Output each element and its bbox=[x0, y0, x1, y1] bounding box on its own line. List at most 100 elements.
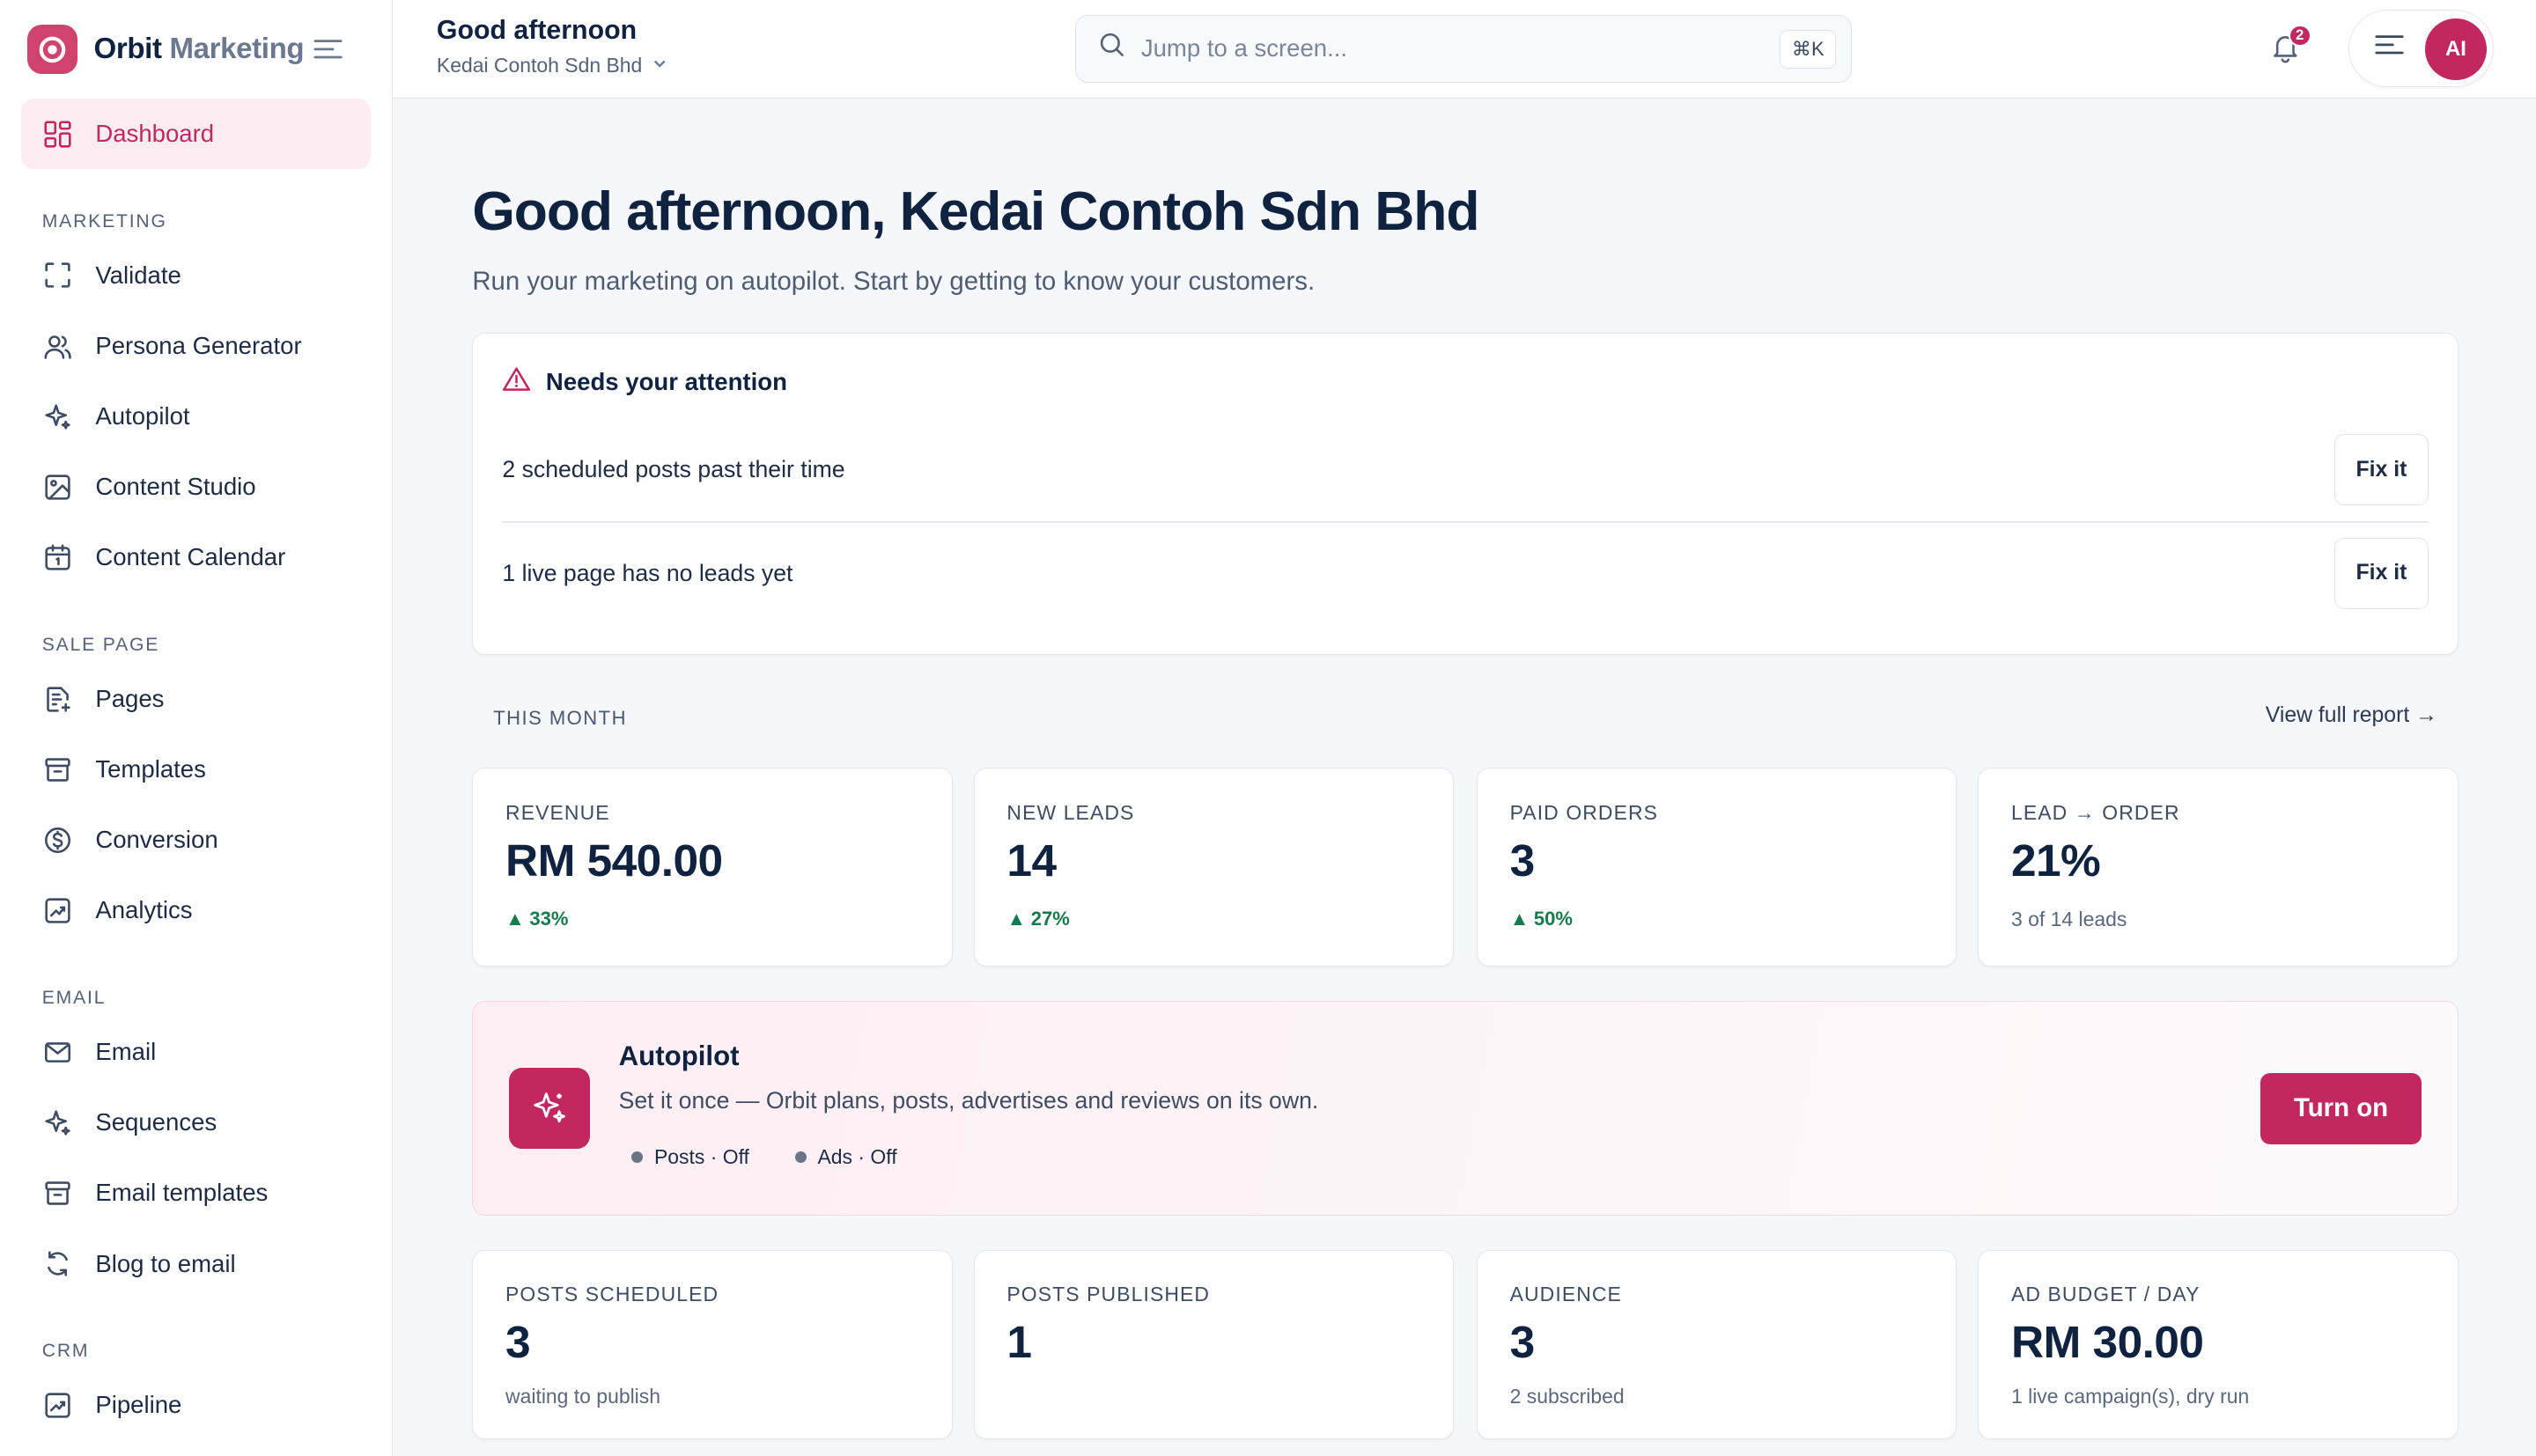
archive-icon bbox=[42, 754, 73, 785]
attention-item-text: 2 scheduled posts past their time bbox=[502, 456, 845, 483]
orbit-logo-icon bbox=[27, 24, 78, 75]
sidebar-item-content-studio[interactable]: Content Studio bbox=[0, 452, 392, 522]
view-full-report-link[interactable]: View full report → bbox=[2266, 703, 2437, 728]
stat-delta-value: 50% bbox=[1533, 908, 1574, 930]
avatar: AI bbox=[2425, 18, 2487, 80]
user-menu-button[interactable]: AI bbox=[2348, 10, 2495, 88]
stat-delta-value: 27% bbox=[1030, 908, 1070, 930]
sidebar-item-label: Validate bbox=[95, 261, 181, 289]
stat-label: POSTS SCHEDULED bbox=[505, 1283, 719, 1306]
workspace-switcher[interactable]: Kedai Contoh Sdn Bhd bbox=[437, 54, 668, 77]
mail-icon bbox=[42, 1037, 73, 1068]
sparkle-icon bbox=[42, 401, 73, 432]
autopilot-card: Autopilot Set it once — Orbit plans, pos… bbox=[472, 1000, 2459, 1217]
stat-delta: ▲ 27% bbox=[1006, 908, 1069, 930]
stat-note: 1 live campaign(s), dry run bbox=[2010, 1385, 2250, 1408]
sidebar: Orbit Marketing Dashboard MARKETING Valid… bbox=[0, 0, 394, 1456]
stat-delta: ▲ 50% bbox=[1510, 908, 1573, 930]
posts-status-label: Posts · Off bbox=[653, 1145, 749, 1169]
page-icon bbox=[42, 684, 73, 715]
brand-name-main: Orbit bbox=[93, 33, 162, 66]
sidebar-item-label: Content Calendar bbox=[95, 543, 286, 571]
sidebar-section-title: EMAIL bbox=[41, 988, 107, 1009]
stat-card-audience: AUDIENCE 3 2 subscribed bbox=[1476, 1249, 1957, 1439]
stat-label: AD BUDGET / DAY bbox=[2010, 1283, 2201, 1306]
sidebar-item-persona-generator[interactable]: Persona Generator bbox=[0, 311, 392, 381]
stat-label: POSTS PUBLISHED bbox=[1006, 1283, 1211, 1306]
sidebar-item-conversion[interactable]: Conversion bbox=[0, 805, 392, 875]
stat-note: 2 subscribed bbox=[1509, 1385, 1625, 1408]
triangle-up-icon: ▲ bbox=[1509, 908, 1530, 930]
sidebar-section-title: SALE PAGE bbox=[41, 634, 160, 655]
topbar: Good afternoon Kedai Contoh Sdn Bhd Jump… bbox=[393, 0, 2536, 99]
page-title: Good afternoon, Kedai Contoh Sdn Bhd bbox=[472, 180, 1479, 242]
sidebar-item-content-calendar[interactable]: Content Calendar bbox=[0, 522, 392, 592]
warning-icon bbox=[502, 366, 531, 398]
archive-icon bbox=[42, 1178, 73, 1209]
brand-name-muted: Marketing bbox=[169, 33, 305, 66]
sidebar-item-analytics[interactable]: Analytics bbox=[0, 875, 392, 945]
stat-value: RM 540.00 bbox=[505, 834, 723, 886]
sidebar-item-validate[interactable]: Validate bbox=[0, 240, 392, 311]
sidebar-item-pages[interactable]: Pages bbox=[0, 664, 392, 734]
stat-card-lead-order: LEAD → ORDER 21% 3 of 14 leads bbox=[1978, 768, 2459, 967]
stat-card-new-leads: NEW LEADS 14 ▲ 27% bbox=[973, 768, 1455, 967]
sidebar-item-email-templates[interactable]: Email templates bbox=[0, 1158, 392, 1228]
search-placeholder: Jump to a screen... bbox=[1140, 34, 1348, 63]
sidebar-item-sequences[interactable]: Sequences bbox=[0, 1087, 392, 1158]
sidebar-item-label: Pages bbox=[95, 685, 165, 713]
stat-value: 3 bbox=[505, 1316, 531, 1368]
stat-label: NEW LEADS bbox=[1006, 801, 1135, 825]
topbar-title: Good afternoon bbox=[436, 16, 638, 46]
shortcut-hint: ⌘K bbox=[1780, 30, 1837, 70]
period-label: THIS MONTH bbox=[493, 706, 627, 729]
notification-count-badge: 2 bbox=[2288, 24, 2311, 48]
sidebar-item-blog-to-email[interactable]: Blog to email bbox=[0, 1228, 392, 1298]
sidebar-item-pipeline[interactable]: Pipeline bbox=[0, 1370, 392, 1440]
sidebar-item-label: Templates bbox=[95, 755, 206, 783]
ads-status: Ads · Off bbox=[794, 1145, 897, 1169]
sidebar-item-autopilot[interactable]: Autopilot bbox=[0, 381, 392, 452]
notifications-button[interactable]: 2 bbox=[2269, 24, 2311, 66]
stat-card-paid-orders: PAID ORDERS 3 ▲ 50% bbox=[1476, 768, 1957, 967]
stat-delta: ▲ 33% bbox=[505, 908, 568, 930]
scan-icon bbox=[42, 261, 73, 291]
sidebar-item-templates[interactable]: Templates bbox=[0, 734, 392, 805]
brand: Orbit Marketing bbox=[0, 0, 392, 99]
dashboard-icon bbox=[42, 119, 73, 150]
sidebar-item-label: Content Studio bbox=[95, 473, 256, 501]
sidebar-item-label: Email templates bbox=[95, 1179, 269, 1207]
stat-note: 3 of 14 leads bbox=[2010, 908, 2127, 931]
sidebar-item-label: Analytics bbox=[95, 896, 193, 924]
page-subtitle: Run your marketing on autopilot. Start b… bbox=[472, 267, 1316, 297]
chart-icon bbox=[42, 1390, 73, 1421]
dollar-icon bbox=[42, 825, 73, 856]
chevron-down-icon bbox=[652, 54, 667, 77]
sidebar-item-label: Persona Generator bbox=[95, 332, 302, 360]
triangle-up-icon: ▲ bbox=[505, 908, 525, 930]
fix-it-button[interactable]: Fix it bbox=[2334, 434, 2429, 506]
stat-delta-value: 33% bbox=[529, 908, 569, 930]
autopilot-title: Autopilot bbox=[618, 1040, 740, 1071]
image-icon bbox=[42, 472, 73, 503]
stat-label: REVENUE bbox=[505, 801, 610, 825]
search-icon bbox=[1099, 32, 1124, 64]
stat-card-ad-budget: AD BUDGET / DAY RM 30.00 1 live campaign… bbox=[1978, 1249, 2459, 1439]
fix-it-button[interactable]: Fix it bbox=[2334, 537, 2429, 609]
autopilot-description: Set it once — Orbit plans, posts, advert… bbox=[618, 1087, 1319, 1114]
refresh-icon bbox=[42, 1248, 73, 1279]
sidebar-item-label: Dashboard bbox=[95, 120, 215, 148]
stat-label: LEAD → ORDER bbox=[2010, 801, 2180, 825]
sidebar-item-dashboard[interactable]: Dashboard bbox=[20, 99, 372, 170]
sidebar-item-label: Pipeline bbox=[95, 1391, 182, 1419]
search-input[interactable]: Jump to a screen... ⌘K bbox=[1075, 14, 1852, 83]
sidebar-item-email[interactable]: Email bbox=[0, 1017, 392, 1087]
stat-card-posts-scheduled: POSTS SCHEDULED 3 waiting to publish bbox=[472, 1249, 953, 1439]
stat-value: RM 30.00 bbox=[2010, 1316, 2204, 1368]
brand-name: Orbit Marketing bbox=[94, 33, 305, 66]
ads-status-label: Ads · Off bbox=[817, 1145, 897, 1169]
stat-value: 1 bbox=[1006, 1316, 1032, 1368]
turn-on-button[interactable]: Turn on bbox=[2260, 1072, 2422, 1144]
sidebar-collapse-icon[interactable] bbox=[313, 38, 343, 61]
attention-card: Needs your attention 2 scheduled posts p… bbox=[472, 333, 2459, 655]
